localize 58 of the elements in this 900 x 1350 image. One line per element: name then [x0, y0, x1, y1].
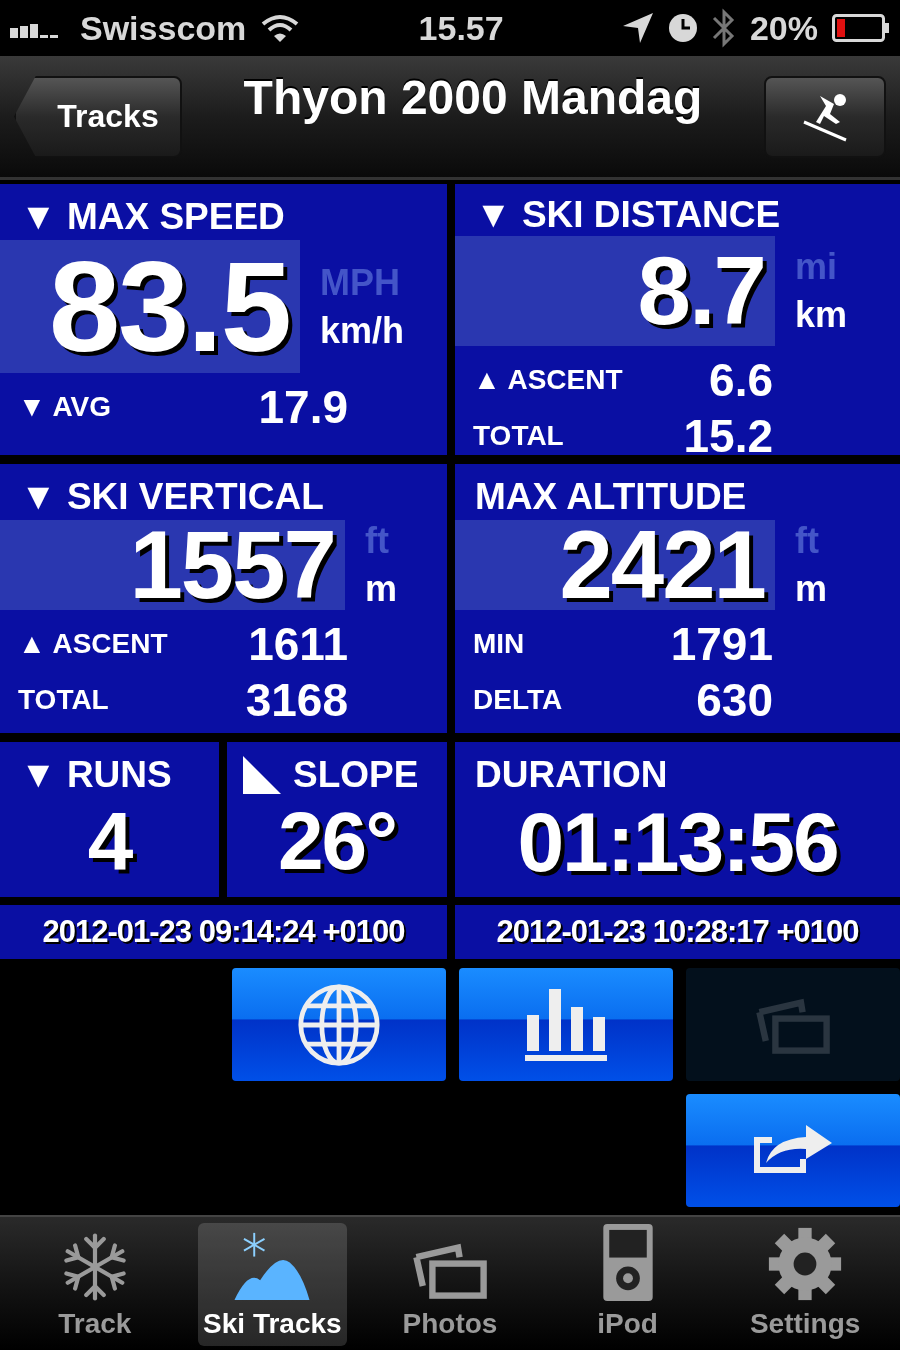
battery-icon	[832, 14, 890, 42]
bluetooth-icon	[711, 8, 736, 48]
stat-value: 2421	[455, 520, 775, 610]
stat-label: TOTAL	[473, 420, 565, 452]
stat-value: 17.9	[257, 380, 348, 434]
timestamp: 2012-01-23 09:14:24 +0100	[0, 905, 447, 959]
screen-title: Thyon 2000 Mandag	[242, 70, 704, 125]
stat-value: 1611	[247, 617, 348, 671]
stat-value: 01:13:56	[516, 794, 839, 891]
unit-label[interactable]: m	[365, 568, 397, 610]
stat-title: DURATION	[475, 754, 668, 796]
tab[interactable]: Track	[20, 1223, 170, 1346]
stat-value: 630	[695, 673, 773, 727]
stat-label: ▲ ASCENT	[18, 628, 169, 660]
stat-value: 1791	[669, 617, 773, 671]
slope-icon	[243, 756, 281, 794]
unit-label[interactable]: km	[795, 294, 848, 336]
stat-title: ▼ MAX SPEED	[20, 196, 285, 238]
bar-chart-icon	[525, 986, 607, 1063]
stat-title: ▼ RUNS	[20, 754, 172, 796]
tab[interactable]: Settings	[730, 1223, 880, 1346]
stat-value: 1557	[0, 520, 345, 610]
back-button[interactable]: Tracks	[14, 75, 182, 158]
stat-title: ▼ SKI DISTANCE	[475, 194, 781, 236]
stat-title: MAX ALTITUDE	[475, 476, 747, 518]
globe-icon	[297, 982, 381, 1067]
stat-value: 26°	[277, 794, 397, 888]
action-button[interactable]	[686, 1094, 900, 1207]
unit-label[interactable]: m	[795, 568, 827, 610]
battery-percent: 20%	[749, 8, 818, 48]
carrier-name: Swisscom	[80, 8, 247, 48]
tab[interactable]: Ski Tracks	[197, 1223, 348, 1346]
stat-value: 6.6	[708, 353, 773, 407]
timestamp: 2012-01-23 10:28:17 +0100	[455, 905, 900, 959]
action-button[interactable]	[232, 968, 446, 1081]
tab[interactable]: iPod	[552, 1223, 703, 1346]
stat-label: TOTAL	[18, 684, 110, 716]
music-player-icon	[601, 1223, 654, 1302]
stat-title: SLOPE	[293, 754, 419, 796]
stat-title: ▼ SKI VERTICAL	[20, 476, 324, 518]
settings-icon	[767, 1226, 844, 1302]
unit-label[interactable]: km/h	[320, 309, 405, 352]
location-arrow-icon	[621, 12, 654, 44]
alarm-clock-icon	[667, 13, 698, 43]
action-button[interactable]	[459, 968, 673, 1081]
stat-value: 4	[86, 794, 134, 888]
stat-value: 15.2	[682, 409, 773, 455]
skier-button[interactable]	[764, 75, 886, 158]
stat-label: MIN	[473, 628, 526, 660]
stat-value: 8.7	[455, 236, 775, 346]
wifi-icon	[260, 13, 301, 43]
stat-label: DELTA	[473, 684, 564, 716]
stat-value: 3168	[244, 673, 348, 727]
stat-label: ▲ ASCENT	[473, 364, 624, 396]
stat-label: ▼ AVG	[18, 391, 113, 423]
stat-value: 83.5	[0, 240, 300, 373]
tab[interactable]: Photos	[375, 1223, 525, 1346]
clock-time: 15.57	[418, 8, 504, 48]
